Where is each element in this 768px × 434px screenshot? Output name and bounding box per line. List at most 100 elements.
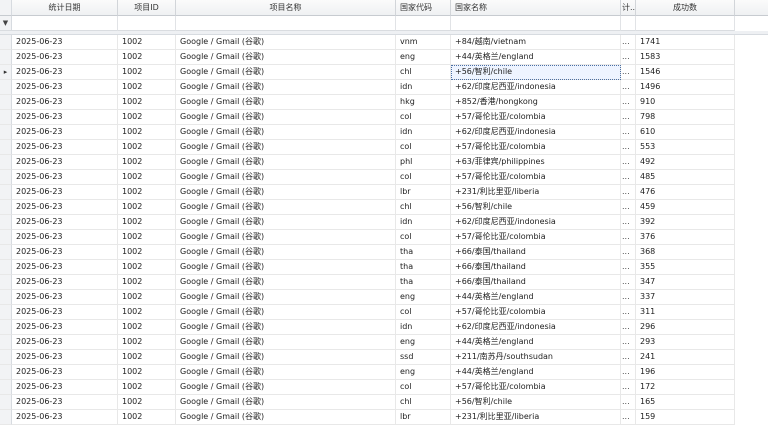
table-row[interactable]: ▸ 2025-06-23 1002 Google / Gmail (谷歌) ch… — [0, 65, 768, 80]
row-indicator[interactable] — [0, 350, 12, 365]
cell-success-count[interactable]: 459 — [636, 200, 735, 215]
table-row[interactable]: 2025-06-23 1002 Google / Gmail (谷歌) eng … — [0, 335, 768, 350]
cell-project-name[interactable]: Google / Gmail (谷歌) — [176, 335, 396, 350]
row-indicator[interactable] — [0, 125, 12, 140]
cell-calc[interactable]: ... — [621, 230, 636, 245]
cell-project-id[interactable]: 1002 — [118, 185, 176, 200]
cell-calc[interactable]: ... — [621, 380, 636, 395]
cell-country-name[interactable]: +63/菲律宾/philippines — [451, 155, 621, 170]
table-row[interactable]: 2025-06-23 1002 Google / Gmail (谷歌) tha … — [0, 275, 768, 290]
cell-success-count[interactable]: 476 — [636, 185, 735, 200]
table-row[interactable]: 2025-06-23 1002 Google / Gmail (谷歌) hkg … — [0, 95, 768, 110]
row-indicator[interactable] — [0, 320, 12, 335]
table-row[interactable]: 2025-06-23 1002 Google / Gmail (谷歌) phl … — [0, 155, 768, 170]
cell-date[interactable]: 2025-06-23 — [12, 185, 118, 200]
cell-calc[interactable]: ... — [621, 365, 636, 380]
table-row[interactable]: 2025-06-23 1002 Google / Gmail (谷歌) ssd … — [0, 350, 768, 365]
cell-project-name[interactable]: Google / Gmail (谷歌) — [176, 155, 396, 170]
cell-success-count[interactable]: 311 — [636, 305, 735, 320]
cell-country-code[interactable]: lbr — [396, 410, 451, 425]
filter-project-id[interactable] — [118, 16, 176, 31]
cell-success-count[interactable]: 392 — [636, 215, 735, 230]
cell-date[interactable]: 2025-06-23 — [12, 215, 118, 230]
table-row[interactable]: 2025-06-23 1002 Google / Gmail (谷歌) eng … — [0, 290, 768, 305]
cell-success-count[interactable]: 368 — [636, 245, 735, 260]
table-row[interactable]: 2025-06-23 1002 Google / Gmail (谷歌) chl … — [0, 395, 768, 410]
cell-success-count[interactable]: 553 — [636, 140, 735, 155]
cell-project-id[interactable]: 1002 — [118, 215, 176, 230]
cell-calc[interactable]: ... — [621, 260, 636, 275]
cell-project-name[interactable]: Google / Gmail (谷歌) — [176, 230, 396, 245]
cell-calc[interactable]: ... — [621, 50, 636, 65]
cell-calc[interactable]: ... — [621, 95, 636, 110]
row-indicator[interactable] — [0, 50, 12, 65]
cell-project-id[interactable]: 1002 — [118, 200, 176, 215]
cell-calc[interactable]: ... — [621, 320, 636, 335]
filter-date[interactable] — [12, 16, 118, 31]
cell-success-count[interactable]: 798 — [636, 110, 735, 125]
cell-project-id[interactable]: 1002 — [118, 110, 176, 125]
cell-calc[interactable]: ... — [621, 185, 636, 200]
cell-country-code[interactable]: phl — [396, 155, 451, 170]
row-indicator[interactable] — [0, 35, 12, 50]
cell-project-id[interactable]: 1002 — [118, 95, 176, 110]
cell-date[interactable]: 2025-06-23 — [12, 50, 118, 65]
cell-project-name[interactable]: Google / Gmail (谷歌) — [176, 260, 396, 275]
cell-country-name[interactable]: +57/哥伦比亚/colombia — [451, 380, 621, 395]
cell-country-name[interactable]: +852/香港/hongkong — [451, 95, 621, 110]
table-row[interactable]: 2025-06-23 1002 Google / Gmail (谷歌) idn … — [0, 215, 768, 230]
row-indicator[interactable] — [0, 140, 12, 155]
cell-calc[interactable]: ... — [621, 305, 636, 320]
cell-country-code[interactable]: eng — [396, 335, 451, 350]
cell-country-code[interactable]: col — [396, 170, 451, 185]
row-indicator[interactable] — [0, 185, 12, 200]
cell-project-name[interactable]: Google / Gmail (谷歌) — [176, 275, 396, 290]
cell-success-count[interactable]: 1741 — [636, 35, 735, 50]
column-header-country-code[interactable]: 国家代码 — [396, 0, 451, 16]
cell-country-code[interactable]: ssd — [396, 350, 451, 365]
cell-project-name[interactable]: Google / Gmail (谷歌) — [176, 125, 396, 140]
cell-project-id[interactable]: 1002 — [118, 260, 176, 275]
cell-calc[interactable]: ... — [621, 410, 636, 425]
cell-country-name[interactable]: +211/南苏丹/southsudan — [451, 350, 621, 365]
table-row[interactable]: 2025-06-23 1002 Google / Gmail (谷歌) tha … — [0, 260, 768, 275]
cell-country-code[interactable]: chl — [396, 200, 451, 215]
filter-country-code[interactable] — [396, 16, 451, 31]
cell-project-name[interactable]: Google / Gmail (谷歌) — [176, 80, 396, 95]
cell-country-code[interactable]: idn — [396, 125, 451, 140]
cell-date[interactable]: 2025-06-23 — [12, 95, 118, 110]
filter-project-name[interactable] — [176, 16, 396, 31]
cell-country-name[interactable]: +66/泰国/thailand — [451, 260, 621, 275]
data-grid[interactable]: 统计日期 项目ID 项目名称 国家代码 国家名称 计... 成功数 ▼ 2025… — [0, 0, 768, 434]
cell-project-id[interactable]: 1002 — [118, 335, 176, 350]
cell-country-name[interactable]: +57/哥伦比亚/colombia — [451, 110, 621, 125]
cell-project-id[interactable]: 1002 — [118, 305, 176, 320]
cell-calc[interactable]: ... — [621, 200, 636, 215]
cell-country-name[interactable]: +66/泰国/thailand — [451, 245, 621, 260]
cell-country-name[interactable]: +57/哥伦比亚/colombia — [451, 305, 621, 320]
cell-country-name[interactable]: +57/哥伦比亚/colombia — [451, 230, 621, 245]
cell-project-name[interactable]: Google / Gmail (谷歌) — [176, 50, 396, 65]
cell-calc[interactable]: ... — [621, 335, 636, 350]
cell-date[interactable]: 2025-06-23 — [12, 80, 118, 95]
row-indicator[interactable] — [0, 275, 12, 290]
cell-project-id[interactable]: 1002 — [118, 275, 176, 290]
cell-country-code[interactable]: eng — [396, 365, 451, 380]
cell-date[interactable]: 2025-06-23 — [12, 335, 118, 350]
table-row[interactable]: 2025-06-23 1002 Google / Gmail (谷歌) idn … — [0, 80, 768, 95]
cell-project-id[interactable]: 1002 — [118, 395, 176, 410]
cell-country-name[interactable]: +44/英格兰/england — [451, 365, 621, 380]
row-indicator[interactable] — [0, 230, 12, 245]
table-row[interactable]: 2025-06-23 1002 Google / Gmail (谷歌) lbr … — [0, 185, 768, 200]
cell-project-id[interactable]: 1002 — [118, 410, 176, 425]
cell-date[interactable]: 2025-06-23 — [12, 305, 118, 320]
cell-country-name[interactable]: +57/哥伦比亚/colombia — [451, 140, 621, 155]
row-indicator[interactable] — [0, 290, 12, 305]
cell-project-name[interactable]: Google / Gmail (谷歌) — [176, 200, 396, 215]
cell-project-name[interactable]: Google / Gmail (谷歌) — [176, 290, 396, 305]
cell-date[interactable]: 2025-06-23 — [12, 35, 118, 50]
row-indicator[interactable] — [0, 170, 12, 185]
cell-project-name[interactable]: Google / Gmail (谷歌) — [176, 140, 396, 155]
row-indicator[interactable] — [0, 200, 12, 215]
cell-calc[interactable]: ... — [621, 395, 636, 410]
